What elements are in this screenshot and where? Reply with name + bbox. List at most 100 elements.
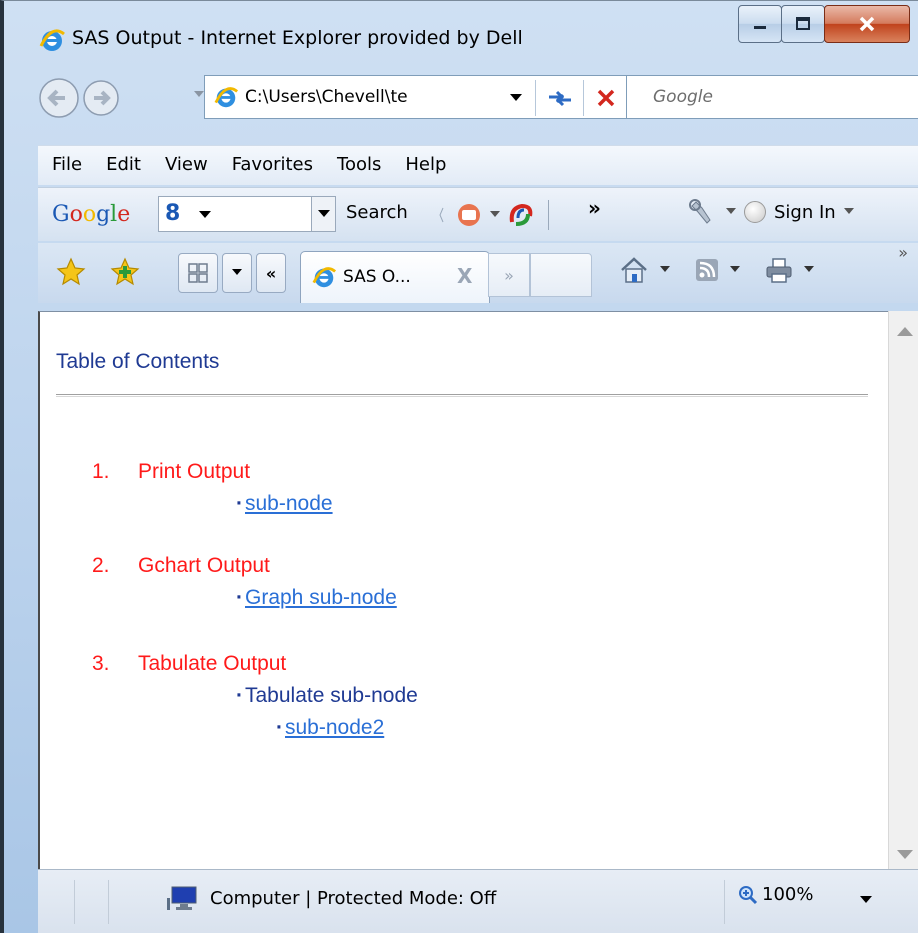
refresh-button[interactable] [539,80,581,116]
spell-check-icon[interactable] [506,200,536,230]
command-bar-more-button[interactable]: » [898,243,908,262]
new-tab-button[interactable] [530,253,592,297]
tab-list-dropdown[interactable] [222,253,252,293]
chevron-down-icon[interactable] [490,211,500,219]
chevron-down-icon[interactable] [199,211,211,219]
add-favorites-icon[interactable] [110,257,140,287]
tab-close-button[interactable]: X [457,264,472,288]
address-dropdown-button[interactable] [501,83,531,113]
toc-item-number: 1. [92,460,110,483]
toc-item-number: 3. [92,652,110,675]
scroll-down-arrow-icon[interactable] [897,850,913,859]
menu-help[interactable]: Help [393,154,458,175]
forward-button[interactable] [83,80,119,116]
close-window-button[interactable] [824,5,910,43]
toc-item-label: Gchart Output [138,554,270,577]
menu-edit[interactable]: Edit [94,154,153,175]
chevron-down-icon[interactable] [804,266,814,274]
page-icon [214,87,239,108]
internet-explorer-icon [312,267,337,288]
toc-sub-link[interactable]: Graph sub-node [245,586,397,609]
chevron-down-icon[interactable] [726,208,736,216]
home-icon[interactable] [618,255,650,285]
back-forward-buttons [39,78,119,118]
back-button[interactable] [39,78,79,118]
print-icon[interactable] [764,256,794,284]
internet-explorer-icon [39,29,65,51]
quick-tabs-button[interactable] [178,253,218,293]
wrench-settings-icon[interactable] [688,198,718,226]
security-zone[interactable]: Computer | Protected Mode: Off [166,884,496,912]
status-bar: Computer | Protected Mode: Off 100% [38,869,918,933]
maximize-button[interactable] [781,5,825,43]
feeds-icon[interactable] [694,257,720,283]
quick-tabs-icon [188,263,208,283]
menu-bar: File Edit View Favorites Tools Help [38,145,918,185]
google-toolbar-right: Sign In [688,198,854,226]
security-zone-text: Computer | Protected Mode: Off [210,887,497,909]
toc-sub-link[interactable]: sub-node [245,492,333,515]
tab-label: SAS O... [343,267,411,287]
minimize-icon [754,26,766,29]
browser-window: SAS Output - Internet Explorer provided … [0,0,918,933]
google-logo[interactable]: Google [52,202,130,227]
menu-view[interactable]: View [153,154,220,175]
status-divider [724,880,725,924]
favorites-star-icon[interactable] [56,257,86,287]
address-input[interactable]: C:\Users\Chevell\te [245,87,495,107]
google-toolbar: Google 8 Search » Sign In [38,187,918,241]
toc-subitem: ·sub-node2 [276,716,384,740]
sign-in-icon [744,201,766,223]
chevron-down-icon [510,94,522,101]
status-divider [108,880,109,924]
stop-button[interactable] [585,80,627,116]
google-search-button[interactable]: Search [346,202,408,223]
chevron-down-icon[interactable] [730,266,740,274]
tab-scroll-right-button[interactable]: » [488,253,530,297]
recent-pages-dropdown-icon[interactable] [194,91,204,99]
page-title: Table of Contents [56,350,220,373]
google-g-icon: 8 [165,201,181,226]
chevron-down-icon [232,269,242,275]
zoom-level[interactable]: 100% [738,884,813,905]
status-divider [74,880,75,924]
navigation-bar: C:\Users\Chevell\te Google [38,73,918,123]
menu-favorites[interactable]: Favorites [220,154,325,175]
chevron-down-icon[interactable] [660,266,670,274]
zoom-icon [739,885,758,904]
toc-sub-link[interactable]: sub-node2 [285,716,384,739]
window-title: SAS Output - Internet Explorer provided … [72,27,523,49]
bookmarks-icon[interactable] [454,201,484,229]
vertical-scrollbar[interactable] [888,311,918,869]
toc-item-number: 2. [92,554,110,577]
tab-sas-output[interactable]: SAS O... X [300,251,490,303]
google-search-dropdown[interactable] [311,197,335,231]
close-icon [859,16,875,32]
sign-in-button[interactable]: Sign In [774,202,836,223]
tab-bar: « SAS O... X » » [38,243,918,303]
zoom-dropdown-icon[interactable] [860,896,872,904]
menu-tools[interactable]: Tools [325,154,393,175]
minimize-button[interactable] [738,5,782,43]
divider [583,80,584,116]
address-bar[interactable]: C:\Users\Chevell\te [204,75,644,119]
toc-subitem: ·Tabulate sub-node [236,684,418,708]
tab-scroll-left-button[interactable]: « [256,253,286,293]
scroll-up-arrow-icon[interactable] [897,327,913,336]
window-controls [738,5,910,45]
bullet: · [236,684,243,707]
toolbar-more-button[interactable]: » [588,196,601,220]
chevron-down-icon[interactable] [843,208,854,216]
toc-item-label: Tabulate Output [138,652,287,675]
title-bar: SAS Output - Internet Explorer provided … [8,1,918,79]
search-box[interactable]: Google [626,75,918,119]
divider [548,200,549,230]
bullet: · [236,492,243,515]
horizontal-rule [56,394,868,397]
google-search-input[interactable]: 8 [158,196,336,232]
menu-file[interactable]: File [52,154,94,175]
bullet: · [236,586,243,609]
computer-icon [167,886,197,910]
search-input[interactable]: Google [653,87,713,107]
maximize-icon [796,17,810,30]
